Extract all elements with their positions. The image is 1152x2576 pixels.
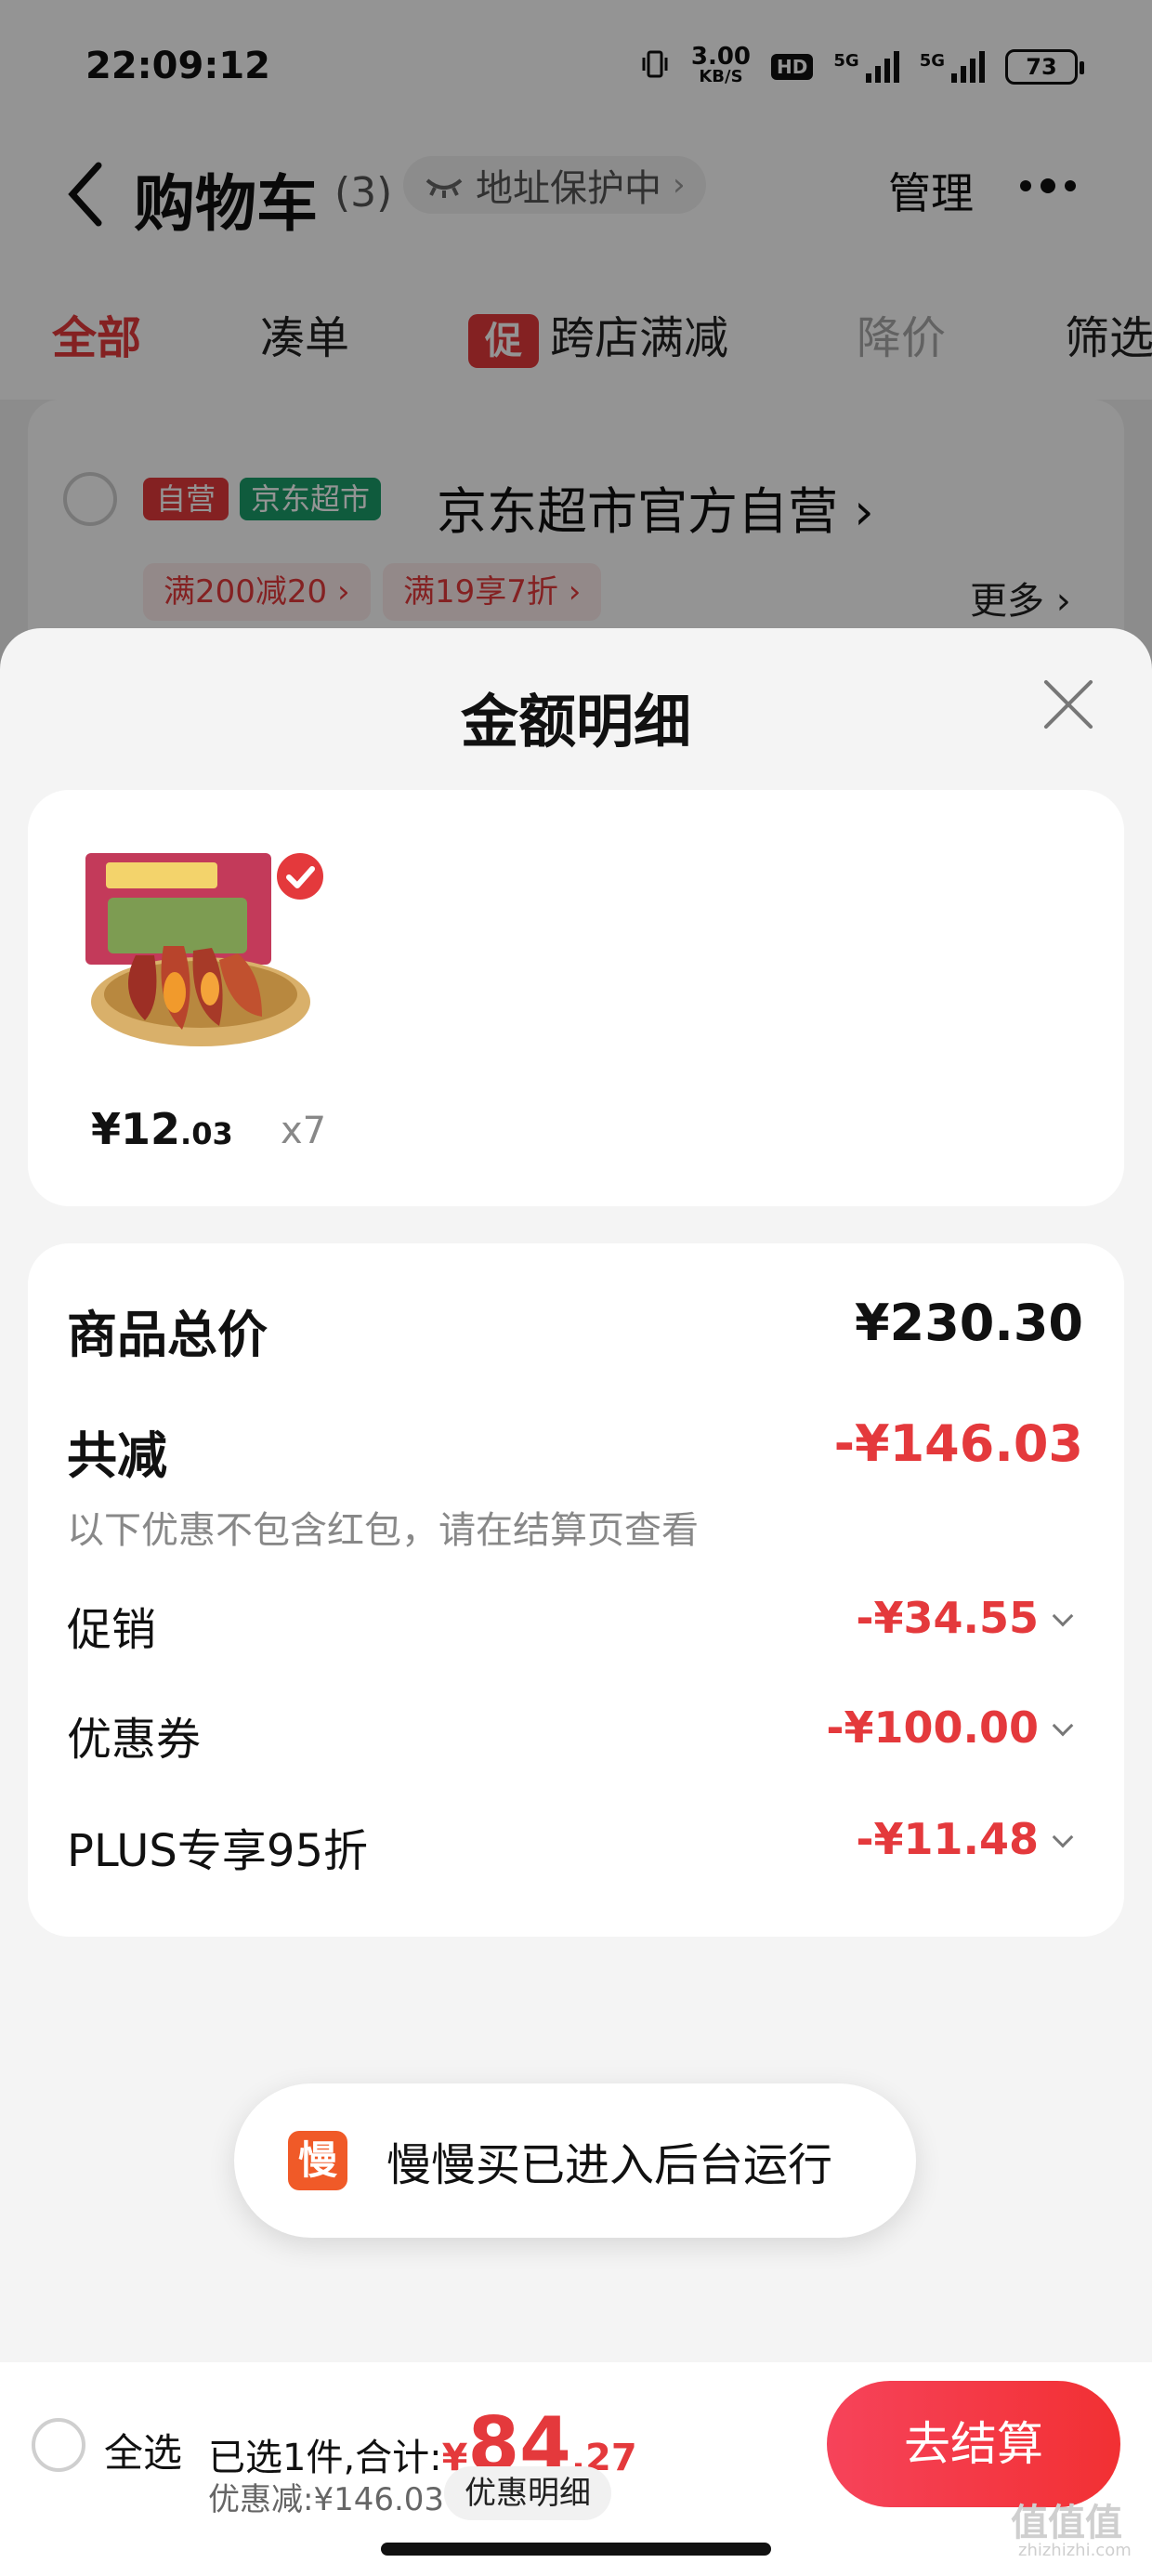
background-run-toast: 慢 慢慢买已进入后台运行 bbox=[234, 2083, 916, 2238]
discount-label-plus: PLUS专享95折 bbox=[67, 1825, 368, 1877]
total-price-value: ¥230.30 bbox=[855, 1294, 1083, 1352]
amount-summary-card: 商品总价 ¥230.30 共减 -¥146.03 以下优惠不包含红包，请在结算页… bbox=[28, 1243, 1124, 1937]
home-indicator[interactable] bbox=[381, 2543, 771, 2556]
product-image bbox=[80, 844, 327, 1058]
unit-price-dec: .03 bbox=[180, 1116, 233, 1151]
select-all-label[interactable]: 全选 bbox=[104, 2422, 182, 2478]
discount-detail-button[interactable]: 优惠明细 bbox=[444, 2466, 611, 2520]
total-reduce-value: -¥146.03 bbox=[833, 1414, 1083, 1473]
checkout-button[interactable]: 去结算 bbox=[827, 2381, 1120, 2507]
discount-label-coupon: 优惠券 bbox=[67, 1714, 202, 1766]
discount-row-coupon[interactable]: -¥100.00 bbox=[826, 1702, 1074, 1753]
discount-label-promo: 促销 bbox=[67, 1604, 157, 1656]
chevron-down-icon bbox=[1052, 1605, 1074, 1627]
sheet-title: 金额明细 bbox=[460, 688, 691, 756]
discount-summary: 优惠减:¥146.03 bbox=[208, 2481, 445, 2518]
watermark-url: zhizhizhi.com bbox=[1018, 2541, 1132, 2560]
discount-row-promo[interactable]: -¥34.55 bbox=[856, 1593, 1074, 1643]
unit-price-int: ¥12 bbox=[91, 1104, 181, 1154]
watermark-logo: 值值值 bbox=[1011, 2502, 1122, 2544]
amount-detail-sheet: 金额明细 ¥12.03 x7 商品总价 ¥230.30 共减 -¥146.03 … bbox=[0, 628, 1152, 2576]
product-card: ¥12.03 x7 bbox=[28, 790, 1124, 1206]
chevron-down-icon bbox=[1052, 1826, 1074, 1848]
chevron-down-icon bbox=[1052, 1715, 1074, 1737]
select-all-radio[interactable] bbox=[32, 2418, 85, 2472]
discount-row-plus[interactable]: -¥11.48 bbox=[856, 1814, 1074, 1864]
discount-value-coupon: -¥100.00 bbox=[826, 1702, 1039, 1753]
total-price-label: 商品总价 bbox=[67, 1306, 268, 1364]
close-icon[interactable] bbox=[1041, 677, 1096, 732]
total-reduce-label: 共减 bbox=[67, 1426, 167, 1485]
discount-value-plus: -¥11.48 bbox=[856, 1814, 1039, 1864]
reduce-note: 以下优惠不包含红包，请在结算页查看 bbox=[67, 1509, 699, 1552]
selected-check-icon bbox=[273, 849, 327, 903]
toast-text: 慢慢买已进入后台运行 bbox=[386, 2139, 833, 2191]
discount-value-promo: -¥34.55 bbox=[856, 1593, 1039, 1643]
unit-price: ¥12.03 bbox=[91, 1104, 233, 1154]
app-logo-icon: 慢 bbox=[288, 2131, 347, 2190]
product-quantity: x7 bbox=[281, 1110, 327, 1152]
